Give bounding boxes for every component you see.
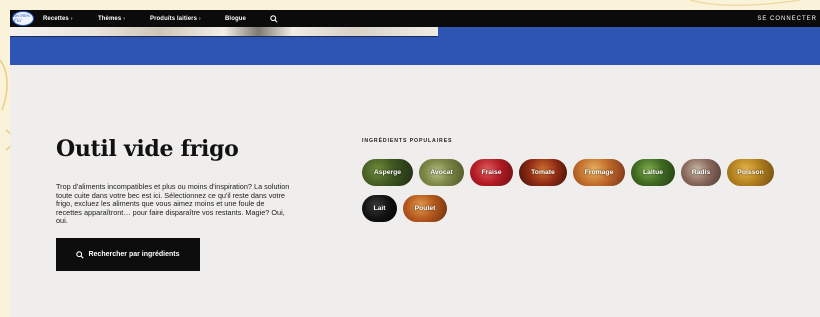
ingredient-chip-asperge[interactable]: Asperge: [362, 159, 413, 186]
ingredient-chip-label: Poulet: [414, 205, 436, 212]
ingredient-chip-label: Fromage: [584, 169, 614, 176]
nav-item-recettes[interactable]: Recettes ›: [43, 10, 73, 27]
ingredient-chip-label: Fraise: [481, 169, 502, 176]
ingredient-chip-label: Radis: [691, 169, 711, 176]
ingredient-chip-avocat[interactable]: Avocat: [419, 159, 464, 186]
logo-wordmark: Recettes d'ici: [13, 13, 30, 24]
ingredient-chip-label: Lait: [373, 205, 386, 212]
search-icon: [270, 14, 278, 23]
nav-search-button[interactable]: [270, 10, 278, 27]
ingredient-chip-radis[interactable]: Radis: [681, 159, 721, 186]
nav-item-label: Thèmes: [98, 15, 122, 22]
ingredient-chip-fromage[interactable]: Fromage: [573, 159, 625, 186]
top-navigation-bar: Recettes d'ici Recettes › Thèmes › Produ…: [10, 10, 820, 27]
ingredient-chip-label: Avocat: [430, 169, 453, 176]
ingredient-chip-label: Poisson: [737, 169, 764, 176]
login-link[interactable]: SE CONNECTER: [757, 10, 817, 27]
popular-ingredients-heading: INGRÉDIENTS POPULAIRES: [362, 138, 453, 144]
nav-item-themes[interactable]: Thèmes ›: [98, 10, 125, 27]
nav-item-label: Recettes: [43, 15, 69, 22]
nav-item-produits-laitiers[interactable]: Produits laitiers ›: [150, 10, 201, 27]
hero-image-backdrop: [10, 37, 438, 65]
hero-banner: [10, 27, 820, 65]
nav-item-label: Blogue: [225, 15, 246, 22]
ingredient-chip-tomate[interactable]: Tomate: [519, 159, 567, 186]
ingredient-chip-label: Asperge: [373, 169, 402, 176]
page-title: Outil vide frigo: [56, 136, 239, 162]
ingredient-chip-fraise[interactable]: Fraise: [470, 159, 513, 186]
search-button-label: Rechercher par ingrédients: [88, 251, 180, 258]
ingredient-chip-laitue[interactable]: Laitue: [631, 159, 675, 186]
nav-item-blogue[interactable]: Blogue: [225, 10, 246, 27]
ingredient-chip-label: Laitue: [642, 169, 664, 176]
chevron-right-icon: ›: [199, 15, 201, 22]
chevron-right-icon: ›: [70, 15, 73, 22]
nav-item-label: Produits laitiers: [150, 15, 198, 22]
hero-image: [10, 27, 438, 37]
search-icon: [76, 250, 85, 259]
ingredient-chip-poulet[interactable]: Poulet: [403, 195, 447, 222]
page-description: Trop d'aliments incompatibles et plus ou…: [56, 182, 290, 226]
ingredient-chip-lait[interactable]: Lait: [362, 195, 397, 222]
browser-viewport: Recettes d'ici Recettes › Thèmes › Produ…: [10, 10, 820, 317]
chevron-right-icon: ›: [123, 15, 126, 22]
site-logo[interactable]: Recettes d'ici: [12, 11, 34, 26]
ingredient-chip-poisson[interactable]: Poisson: [727, 159, 774, 186]
search-by-ingredients-button[interactable]: Rechercher par ingrédients: [56, 238, 200, 271]
ingredient-chip-label: Tomate: [531, 169, 555, 176]
